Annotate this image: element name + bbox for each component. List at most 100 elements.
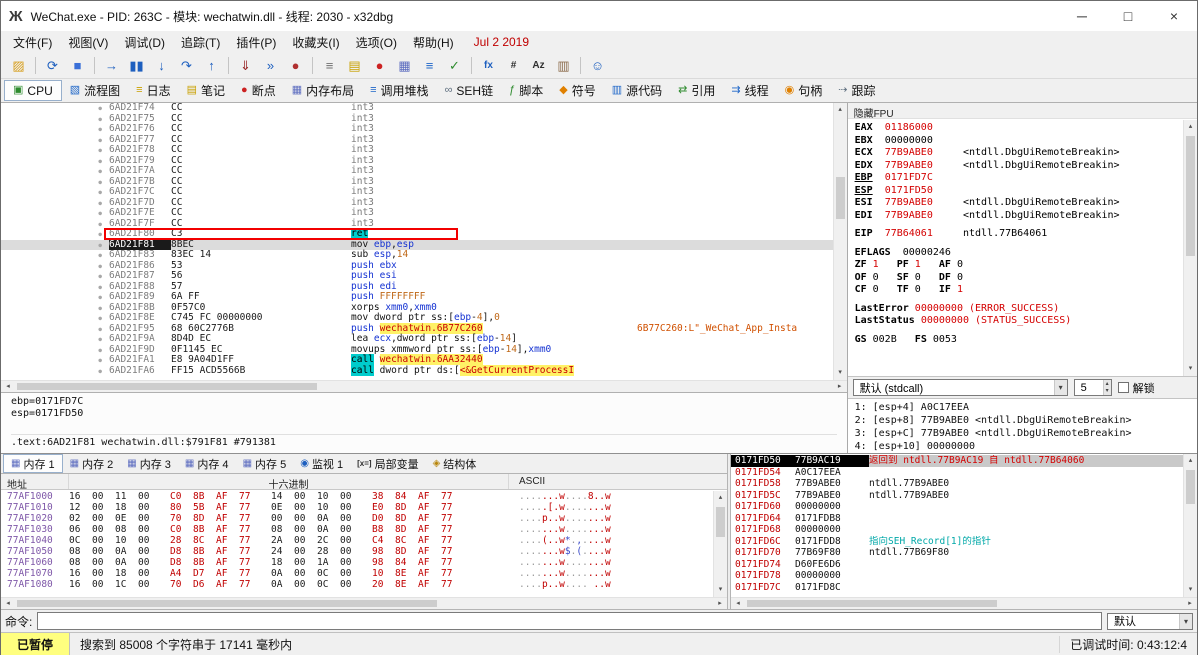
run-button[interactable]: → xyxy=(99,55,124,77)
disasm-row[interactable]: ●6AD21FA6FF15 ACD5566Bcall dword ptr ds:… xyxy=(1,366,833,377)
scroll-up-icon[interactable]: ▴ xyxy=(834,103,847,117)
breakpoint-gutter[interactable]: ● xyxy=(1,187,109,198)
tab-call-stack[interactable]: ≡调用堆栈 xyxy=(362,80,436,101)
stack-row[interactable]: 0171FD5077B9AC19返回到 ntdll.77B9AC19 自 ntd… xyxy=(731,455,1183,467)
memory-map-button[interactable]: ▦ xyxy=(392,55,417,77)
scroll-down-icon[interactable]: ▾ xyxy=(1184,362,1197,376)
disasm-row[interactable]: ●6AD21F8383EC 14sub esp,14 xyxy=(1,250,833,261)
breakpoint-gutter[interactable]: ● xyxy=(1,156,109,167)
hide-fpu-button[interactable]: 隐藏FPU xyxy=(848,103,1197,119)
breakpoint-gutter[interactable]: ● xyxy=(1,208,109,219)
scroll-down-icon[interactable]: ▾ xyxy=(1184,583,1197,597)
dump-vscrollbar[interactable]: ▴ ▾ xyxy=(713,491,727,597)
breakpoint-gutter[interactable]: ● xyxy=(1,313,109,324)
dump-row[interactable]: 77AF106008000A00D88BAF7718001A009884AF77… xyxy=(1,557,713,568)
register-row[interactable]: EFLAGS 00000246 xyxy=(855,247,1176,260)
crc-hash-button[interactable]: # xyxy=(501,55,526,77)
tab-log[interactable]: ≡日志 xyxy=(128,80,178,101)
scroll-left-icon[interactable]: ◂ xyxy=(1,598,15,610)
dump-pane[interactable]: 地址 十六进制 ASCII 77AF100016001100C08BAF7714… xyxy=(1,474,727,597)
scroll-right-icon[interactable]: ▸ xyxy=(713,598,727,610)
tab-source[interactable]: ▥源代码 xyxy=(604,80,670,101)
disasm-row[interactable]: ●6AD21F76CCint3 xyxy=(1,124,833,135)
register-row[interactable]: CF 0 TF 0 IF 1 xyxy=(855,284,1176,297)
argument-row[interactable]: 3: [esp+C] 77B9ABE0 <ntdll.DbgUiRemoteBr… xyxy=(855,427,1190,440)
scroll-track[interactable] xyxy=(834,117,847,366)
breakpoint-gutter[interactable]: ● xyxy=(1,198,109,209)
register-row[interactable]: ECX 77B9ABE0 <ntdll.DbgUiRemoteBreakin> xyxy=(855,147,1176,160)
scroll-track[interactable] xyxy=(745,598,1183,609)
chevron-down-icon[interactable]: ▾ xyxy=(1054,380,1067,395)
breakpoint-gutter[interactable]: ● xyxy=(1,292,109,303)
command-profile-select[interactable]: 默认 ▾ xyxy=(1107,613,1193,630)
scroll-left-icon[interactable]: ◂ xyxy=(731,598,745,610)
tab-memory-map[interactable]: ▦内存布局 xyxy=(284,80,362,101)
breakpoint-gutter[interactable]: ● xyxy=(1,271,109,282)
breakpoint-gutter[interactable]: ● xyxy=(1,114,109,125)
tab-cpu[interactable]: ▣CPU xyxy=(4,80,62,101)
scroll-thumb[interactable] xyxy=(17,383,317,390)
scroll-right-icon[interactable]: ▸ xyxy=(1183,598,1197,610)
breakpoint-gutter[interactable]: ● xyxy=(1,219,109,230)
breakpoint-gutter[interactable]: ● xyxy=(1,166,109,177)
register-row[interactable]: LastError 00000000 (ERROR_SUCCESS) xyxy=(855,303,1176,316)
register-row[interactable]: EIP 77B64061 ntdll.77B64061 xyxy=(855,228,1176,241)
breakpoint-gutter[interactable]: ● xyxy=(1,261,109,272)
breakpoint-gutter[interactable]: ● xyxy=(1,240,109,251)
register-row[interactable]: OF 0 SF 0 DF 0 xyxy=(855,272,1176,285)
unlock-checkbox[interactable]: 解锁 xyxy=(1118,380,1155,396)
registers-vscrollbar[interactable]: ▴ ▾ xyxy=(1183,120,1197,376)
donate-smiley-button[interactable]: ☺ xyxy=(585,55,610,77)
dump-row[interactable]: 77AF107016001800A4D7AF770A000C00108EAF77… xyxy=(1,568,713,579)
notes-button[interactable]: ▤ xyxy=(342,55,367,77)
call-stack-button[interactable]: ≡ xyxy=(417,55,442,77)
animate-into-button[interactable]: » xyxy=(258,55,283,77)
breakpoint-gutter[interactable]: ● xyxy=(1,303,109,314)
menu-item-调试D[interactable]: 调试(D) xyxy=(116,32,173,53)
menu-item-追踪T[interactable]: 追踪(T) xyxy=(173,32,228,53)
scroll-up-icon[interactable]: ▴ xyxy=(1184,454,1197,468)
breakpoints-button[interactable]: ● xyxy=(367,55,392,77)
argument-row[interactable]: 4: [esp+10] 00000000 xyxy=(855,440,1190,453)
minimize-button[interactable]: ─ xyxy=(1059,1,1105,31)
command-input[interactable] xyxy=(37,612,1102,630)
tab-dump-1[interactable]: ▦内存 1 xyxy=(3,454,63,473)
disasm-row[interactable]: ●6AD21F8756push esi xyxy=(1,271,833,282)
open-file-button[interactable]: ▨ xyxy=(6,55,31,77)
tab-seh[interactable]: ∞SEH链 xyxy=(437,80,502,101)
breakpoint-gutter[interactable]: ● xyxy=(1,177,109,188)
scroll-down-icon[interactable]: ▾ xyxy=(714,583,727,597)
argument-row[interactable]: 1: [esp+4] A0C17EEA xyxy=(855,401,1190,414)
disasm-row[interactable]: ●6AD21F8EC745 FC 00000000mov dword ptr s… xyxy=(1,313,833,324)
breakpoint-gutter[interactable]: ● xyxy=(1,355,109,366)
breakpoint-gutter[interactable]: ● xyxy=(1,324,109,335)
dump-row[interactable]: 77AF103006000800C08BAF7708000A00B88DAF77… xyxy=(1,524,713,535)
tab-handles[interactable]: ◉句柄 xyxy=(777,80,831,101)
strings-button[interactable]: Az xyxy=(526,55,551,77)
disasm-row[interactable]: ●6AD21F7CCCint3 xyxy=(1,187,833,198)
scroll-thumb[interactable] xyxy=(1186,136,1195,256)
stack-row[interactable]: 0171FD6C0171FDD8指向SEH_Record[1]的指针 xyxy=(731,536,1183,548)
register-row[interactable]: EBP 0171FD7C xyxy=(855,172,1176,185)
step-over-button[interactable]: ↷ xyxy=(174,55,199,77)
breakpoint-gutter[interactable]: ● xyxy=(1,124,109,135)
tab-symbols[interactable]: ◆符号 xyxy=(551,80,603,101)
scroll-track[interactable] xyxy=(15,381,833,392)
register-row[interactable]: EAX 01186000 xyxy=(855,122,1176,135)
stack-row[interactable]: 0171FD7C0171FD8C xyxy=(731,582,1183,594)
register-row[interactable]: ESI 77B9ABE0 <ntdll.DbgUiRemoteBreakin> xyxy=(855,197,1176,210)
breakpoint-gutter[interactable]: ● xyxy=(1,145,109,156)
register-row[interactable]: GS 002B FS 0053 xyxy=(855,334,1176,347)
spinner-arrows-icon[interactable]: ▴▾ xyxy=(1103,380,1111,395)
breakpoint-gutter[interactable]: ● xyxy=(1,250,109,261)
tab-dump-2[interactable]: ▦内存 2 xyxy=(63,454,121,473)
breakpoint-gutter[interactable]: ● xyxy=(1,282,109,293)
menu-item-插件P[interactable]: 插件(P) xyxy=(228,32,284,53)
step-into-button[interactable]: ↓ xyxy=(149,55,174,77)
calling-convention-select[interactable]: 默认 (stdcall) ▾ xyxy=(853,379,1068,396)
breakpoint-gutter[interactable]: ● xyxy=(1,103,109,114)
tab-references[interactable]: ⇄引用 xyxy=(670,80,723,101)
tab-locals[interactable]: [x=]局部变量 xyxy=(350,454,425,473)
register-row[interactable]: ZF 1 PF 1 AF 0 xyxy=(855,259,1176,272)
scroll-up-icon[interactable]: ▴ xyxy=(714,491,727,505)
